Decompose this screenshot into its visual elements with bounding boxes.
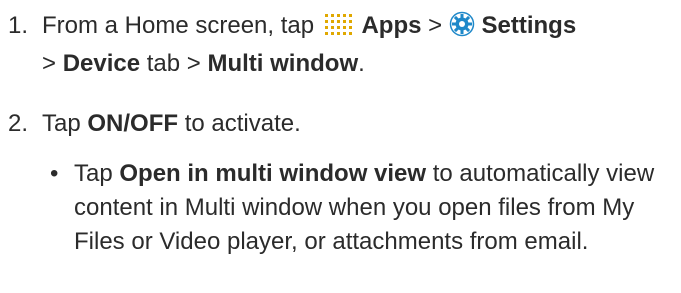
bullet-text: Tap Open in multi window view to automat… — [74, 157, 674, 259]
device-label: Device — [62, 50, 141, 77]
apps-grid-icon — [321, 13, 355, 47]
separator: > — [42, 50, 57, 77]
step-1-text: From a Home screen, tap Apps > Settings … — [42, 9, 681, 81]
bullet-symbol: • — [50, 160, 59, 187]
tap-word: Tap — [42, 110, 81, 137]
option-label: Open in multi window view — [119, 160, 427, 187]
separator: > — [186, 50, 201, 77]
apps-label: Apps — [361, 12, 422, 39]
settings-gear-icon — [449, 11, 475, 47]
multi-window-label: Multi window — [207, 50, 359, 77]
tab-word: tab — [146, 50, 181, 77]
onoff-label: ON/OFF — [87, 110, 179, 137]
step-2-text: Tap ON/OFF to activate. — [42, 107, 681, 141]
step-1-intro: From a Home screen, tap — [42, 12, 315, 39]
step-number: 2. — [8, 110, 29, 137]
step-number: 1. — [8, 12, 29, 39]
end-punct: . — [358, 50, 365, 77]
separator: > — [428, 12, 443, 39]
settings-label: Settings — [481, 12, 577, 39]
step-2-rest: to activate. — [184, 110, 301, 137]
tap-word: Tap — [74, 160, 113, 187]
